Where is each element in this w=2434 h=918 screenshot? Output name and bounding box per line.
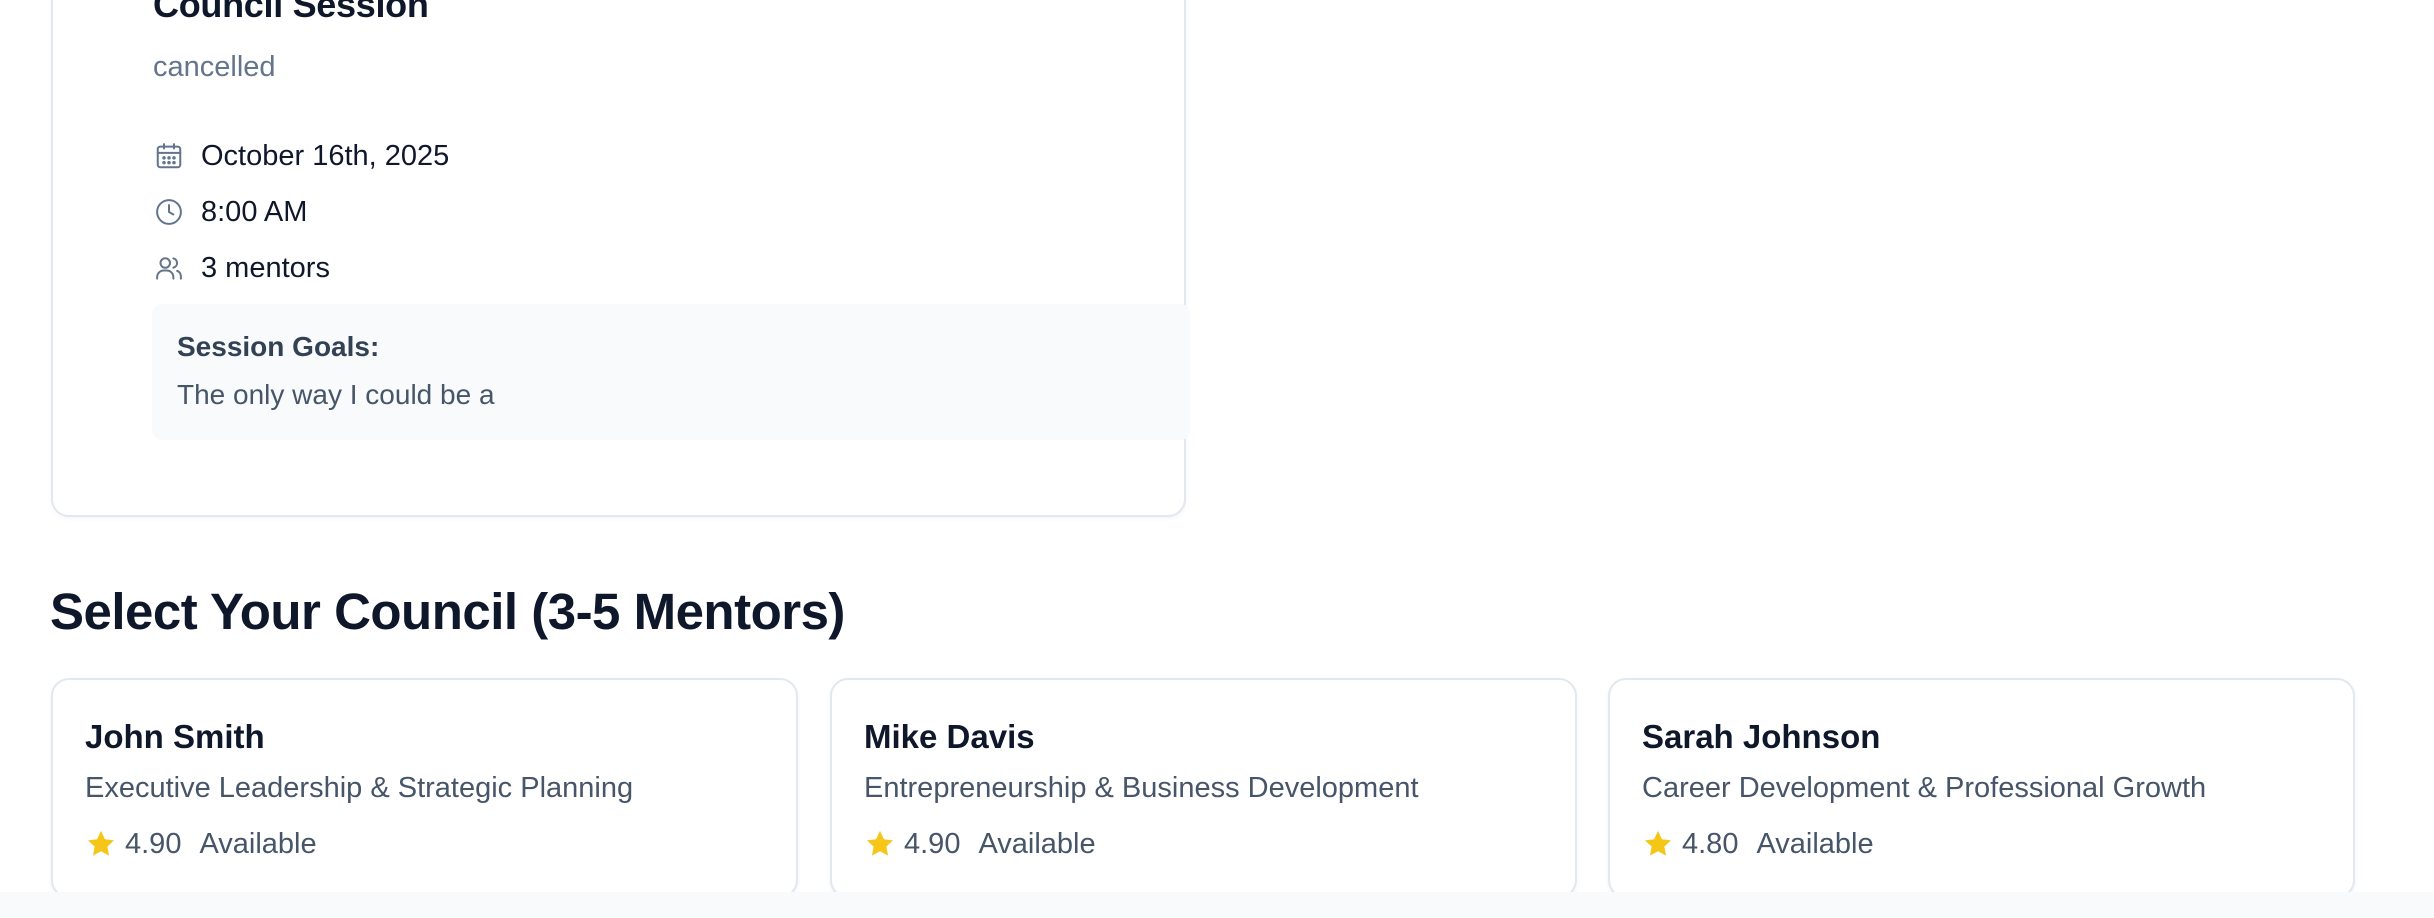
session-goals-label: Session Goals: <box>177 331 380 362</box>
session-mentors-row: 3 mentors <box>153 248 330 288</box>
mentor-name: Mike Davis <box>864 718 1035 755</box>
session-card: Council Session cancelled October 16th, … <box>51 0 1190 517</box>
page: Council Session cancelled October 16th, … <box>0 0 2434 918</box>
session-time-row: 8:00 AM <box>153 192 307 232</box>
mentor-rating: 4.90 <box>904 827 961 860</box>
mentor-specialty: Entrepreneurship & Business Development <box>864 772 1419 804</box>
star-icon <box>85 828 117 860</box>
mentor-specialty: Career Development & Professional Growth <box>1642 772 2207 804</box>
mentor-meta: 4.80 Available <box>1642 826 1874 862</box>
mentor-rating: 4.80 <box>1682 827 1739 860</box>
mentor-card[interactable]: Sarah Johnson Career Development & Profe… <box>1608 678 2355 898</box>
mentor-meta: 4.90 Available <box>864 826 1096 862</box>
clock-icon <box>153 196 185 228</box>
mentor-availability: Available <box>199 827 317 860</box>
mentor-card[interactable]: Mike Davis Entrepreneurship & Business D… <box>830 678 1577 898</box>
users-icon <box>153 252 185 284</box>
mentor-name: Sarah Johnson <box>1642 718 1881 755</box>
mentor-name: John Smith <box>85 718 265 755</box>
session-date: October 16th, 2025 <box>201 139 450 172</box>
mentor-meta: 4.90 Available <box>85 826 317 862</box>
mentor-specialty: Executive Leadership & Strategic Plannin… <box>85 772 634 804</box>
mentor-availability: Available <box>1756 827 1874 860</box>
mentor-rating: 4.90 <box>125 827 182 860</box>
page-bottom-edge <box>0 892 2434 918</box>
session-mentor-count: 3 mentors <box>201 251 330 284</box>
star-icon <box>864 828 896 860</box>
session-goals-box: Session Goals: The only way I could be a <box>152 304 1190 440</box>
council-heading: Select Your Council (3-5 Mentors) <box>50 583 845 640</box>
mentor-availability: Available <box>978 827 1096 860</box>
session-title: Council Session <box>153 0 429 25</box>
session-goals-text: The only way I could be a <box>177 379 495 410</box>
session-status: cancelled <box>153 51 276 83</box>
session-date-row: October 16th, 2025 <box>153 136 449 176</box>
star-icon <box>1642 828 1674 860</box>
calendar-icon <box>153 140 185 172</box>
session-time: 8:00 AM <box>201 195 308 228</box>
mentor-card[interactable]: John Smith Executive Leadership & Strate… <box>51 678 798 898</box>
